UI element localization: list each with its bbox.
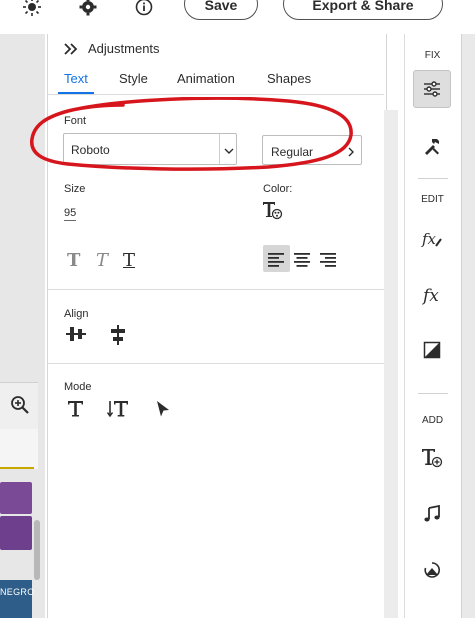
italic-icon[interactable]: T bbox=[96, 250, 108, 271]
text-color-icon[interactable] bbox=[262, 200, 284, 225]
sliders-icon[interactable] bbox=[418, 75, 446, 103]
timeline-toolbar bbox=[0, 382, 38, 430]
timeline-scrollbar[interactable] bbox=[34, 520, 40, 580]
color-label: Color: bbox=[263, 183, 293, 195]
rail-divider bbox=[418, 178, 448, 179]
underline-icon[interactable]: T bbox=[123, 250, 135, 271]
select-pointer-icon[interactable] bbox=[155, 400, 171, 423]
red-annotation-circle bbox=[30, 97, 353, 171]
timeline-clip-label: NEGRO bbox=[0, 587, 35, 597]
save-button[interactable]: Save bbox=[184, 0, 258, 20]
size-label: Size bbox=[64, 183, 86, 195]
timeline-ruler[interactable] bbox=[0, 429, 38, 469]
timeline-clip[interactable] bbox=[0, 482, 32, 514]
align-horizontal-center-icon[interactable] bbox=[109, 325, 127, 350]
size-underline bbox=[64, 220, 76, 221]
svg-text:fx: fx bbox=[421, 286, 439, 305]
effects-icon[interactable]: fx bbox=[418, 281, 446, 309]
effects-pen-icon[interactable]: fx bbox=[418, 225, 446, 253]
align-left-icon[interactable] bbox=[267, 250, 285, 268]
align-label: Align bbox=[64, 308, 89, 320]
export-share-button[interactable]: Export & Share bbox=[283, 0, 443, 20]
tools-icon[interactable] bbox=[418, 132, 446, 160]
top-toolbar: Save Export & Share bbox=[0, 0, 475, 34]
tabs-divider bbox=[48, 94, 384, 95]
tab-style[interactable]: Style bbox=[119, 71, 148, 86]
timeline-clip[interactable] bbox=[0, 516, 32, 550]
tab-text[interactable]: Text bbox=[64, 71, 88, 86]
info-icon[interactable] bbox=[134, 0, 154, 17]
brightness-icon[interactable] bbox=[22, 0, 42, 17]
double-chevron-right-icon[interactable] bbox=[64, 42, 78, 60]
timeline-marker bbox=[0, 467, 34, 469]
align-right-icon[interactable] bbox=[319, 250, 337, 268]
add-text-icon[interactable] bbox=[418, 444, 446, 472]
vertical-text-mode-icon[interactable] bbox=[106, 400, 129, 423]
zoom-in-icon[interactable] bbox=[10, 395, 30, 420]
section-divider bbox=[48, 289, 384, 290]
rail-divider bbox=[418, 393, 448, 394]
add-shape-icon[interactable] bbox=[418, 556, 446, 584]
fix-section-label: FIX bbox=[424, 50, 441, 61]
tab-shapes[interactable]: Shapes bbox=[267, 71, 311, 86]
add-section-label: ADD bbox=[421, 415, 444, 426]
music-icon[interactable] bbox=[418, 500, 446, 528]
mode-label: Mode bbox=[64, 381, 92, 393]
section-divider bbox=[48, 363, 384, 364]
edit-section-label: EDIT bbox=[421, 194, 444, 205]
bold-icon[interactable]: T bbox=[67, 250, 80, 271]
align-vertical-center-icon[interactable] bbox=[66, 325, 86, 348]
timeline-clip[interactable] bbox=[0, 580, 32, 618]
size-value[interactable]: 95 bbox=[64, 207, 76, 219]
right-edge-panel bbox=[461, 34, 475, 618]
right-rail bbox=[404, 34, 462, 618]
panel-scrollbar[interactable] bbox=[384, 110, 398, 618]
panel-title: Adjustments bbox=[88, 41, 160, 56]
color-adjust-icon[interactable] bbox=[418, 336, 446, 364]
svg-text:fx: fx bbox=[421, 230, 437, 248]
tab-animation[interactable]: Animation bbox=[177, 71, 235, 86]
text-mode-icon[interactable] bbox=[67, 400, 85, 423]
align-center-icon[interactable] bbox=[293, 250, 311, 268]
gear-icon[interactable] bbox=[78, 0, 98, 17]
